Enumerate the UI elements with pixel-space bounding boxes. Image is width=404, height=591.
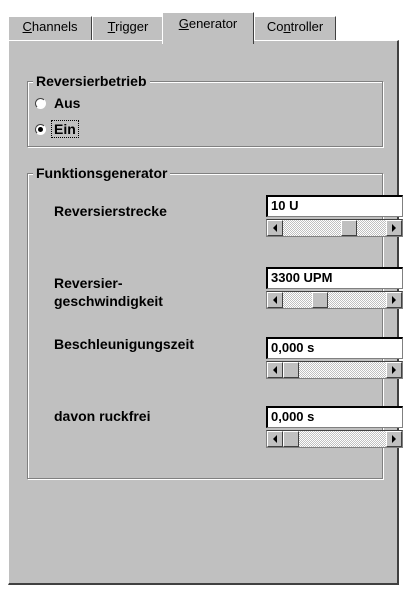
arrow-right-icon: [392, 366, 396, 374]
scroll-left-button[interactable]: [267, 220, 283, 236]
scroll-right-button[interactable]: [386, 292, 402, 308]
arrow-left-icon: [273, 366, 277, 374]
arrow-right-icon: [392, 296, 396, 304]
function-generator-group: Funktionsgenerator Reversierstrecke 10 U…: [27, 165, 403, 479]
tab-strip: Channels Trigger Generator Controller: [8, 10, 398, 44]
scroll-right-button[interactable]: [386, 362, 402, 378]
label-beschleunigungszeit-text: Beschleunigungszeit: [54, 336, 195, 352]
scroll-left-button[interactable]: [267, 431, 283, 447]
radio-ein[interactable]: Ein: [35, 120, 79, 138]
radio-circle-ein: [35, 123, 46, 135]
arrow-right-icon: [392, 435, 396, 443]
label-reversiergeschwindigkeit-line1: Reversier-: [54, 275, 123, 291]
value-davon-ruckfrei[interactable]: 0,000 s: [266, 406, 403, 428]
value-beschleunigungszeit[interactable]: 0,000 s: [266, 337, 403, 359]
tab-generator[interactable]: Generator: [162, 12, 254, 44]
label-beschleunigungszeit: Beschleunigungszeit: [54, 335, 194, 353]
radio-aus[interactable]: Aus: [35, 94, 82, 112]
control-davon-ruckfrei: 0,000 s: [266, 406, 403, 450]
label-reversierstrecke: Reversierstrecke: [54, 202, 167, 220]
scrollbar-davon-ruckfrei[interactable]: [266, 430, 403, 448]
arrow-left-icon: [273, 296, 277, 304]
label-davon-ruckfrei: davon ruckfrei: [54, 407, 150, 425]
label-reversiergeschwindigkeit-line2: geschwindigkeit: [54, 293, 163, 309]
control-reversiergeschwindigkeit: 3300 UPM: [266, 267, 403, 311]
function-generator-title: Funktionsgenerator: [33, 165, 171, 181]
value-reversierstrecke[interactable]: 10 U: [266, 195, 403, 217]
arrow-left-icon: [273, 224, 277, 232]
scrollbar-reversierstrecke[interactable]: [266, 219, 403, 237]
scroll-right-button[interactable]: [386, 220, 402, 236]
scroll-thumb[interactable]: [283, 362, 299, 378]
label-reversiergeschwindigkeit: Reversier- geschwindigkeit: [54, 274, 163, 310]
control-beschleunigungszeit: 0,000 s: [266, 337, 403, 381]
radio-label-ein: Ein: [51, 120, 79, 138]
tab-trigger[interactable]: Trigger: [92, 16, 164, 40]
scroll-right-button[interactable]: [386, 431, 402, 447]
arrow-right-icon: [392, 224, 396, 232]
label-davon-ruckfrei-text: davon ruckfrei: [54, 408, 151, 424]
reversal-mode-group: Reversierbetrieb Aus Ein: [27, 73, 383, 147]
radio-selected-dot: [38, 126, 43, 132]
scrollbar-reversiergeschwindigkeit[interactable]: [266, 291, 403, 309]
scroll-thumb[interactable]: [341, 220, 357, 236]
scroll-left-button[interactable]: [267, 292, 283, 308]
value-reversiergeschwindigkeit[interactable]: 3300 UPM: [266, 267, 403, 289]
scrollbar-beschleunigungszeit[interactable]: [266, 361, 403, 379]
control-reversierstrecke: 10 U: [266, 195, 403, 239]
scroll-thumb[interactable]: [283, 431, 299, 447]
radio-label-aus: Aus: [54, 95, 81, 111]
tab-panel-generator: Reversierbetrieb Aus Ein Funktionsgenera…: [8, 40, 403, 585]
label-reversierstrecke-text: Reversierstrecke: [54, 203, 167, 219]
tab-controller[interactable]: Controller: [254, 16, 336, 40]
scroll-left-button[interactable]: [267, 362, 283, 378]
arrow-left-icon: [273, 435, 277, 443]
reversal-mode-title: Reversierbetrieb: [33, 73, 150, 89]
radio-circle-aus: [35, 97, 46, 109]
scroll-thumb[interactable]: [312, 292, 328, 308]
tab-channels[interactable]: Channels: [8, 16, 92, 40]
